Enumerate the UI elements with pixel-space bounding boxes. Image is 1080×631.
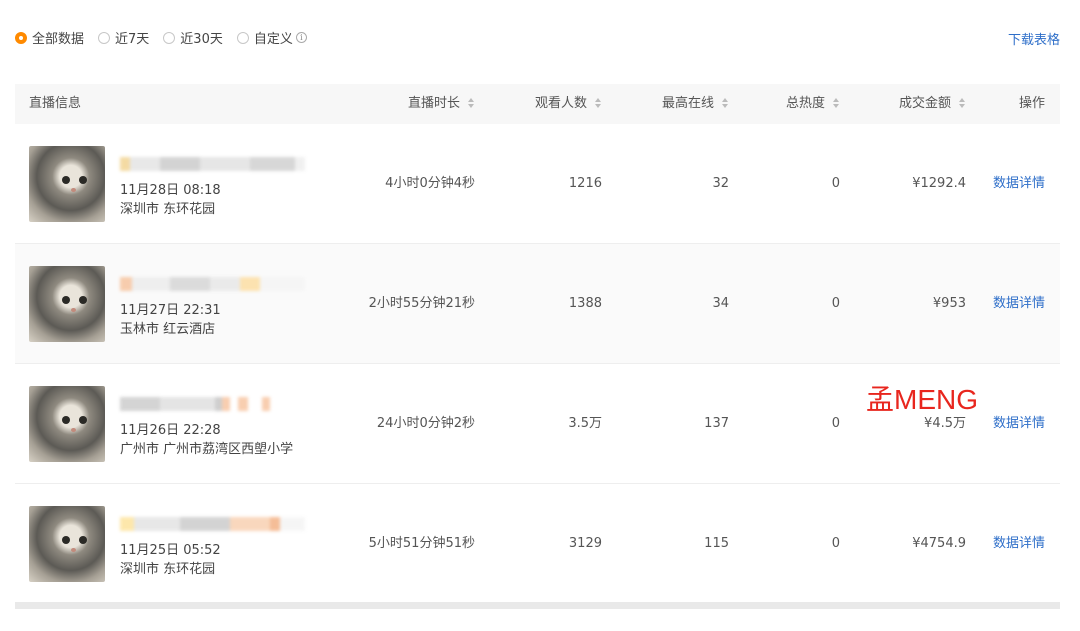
data-details-link[interactable]: 数据详情 — [993, 124, 1045, 243]
radio-unselected-icon — [163, 31, 176, 44]
table-row: 11月25日 05:52 深圳市 东环花园 5小时51分钟51秒 3129 11… — [15, 484, 1060, 604]
peak-online-cell: 115 — [704, 536, 729, 551]
info-circle-icon[interactable]: i — [295, 32, 307, 43]
peak-online-cell: 32 — [712, 176, 729, 191]
header-action: 操作 — [1018, 96, 1045, 111]
blurred-title — [120, 157, 305, 171]
filter-bar: 全部数据 近7天 近30天 自定义 i 下载表格 — [15, 28, 1060, 50]
viewers-cell: 1216 — [568, 176, 602, 191]
cat-thumbnail[interactable] — [29, 146, 105, 222]
horizontal-scrollbar[interactable] — [15, 602, 1060, 609]
peak-online-cell: 34 — [712, 296, 729, 311]
data-details-link[interactable]: 数据详情 — [993, 484, 1045, 603]
header-live-info: 直播信息 — [29, 96, 82, 111]
blurred-title — [120, 397, 305, 411]
radio-last-30-days[interactable]: 近30天 — [163, 28, 223, 47]
radio-label: 自定义 — [253, 32, 293, 47]
cat-thumbnail[interactable] — [29, 266, 105, 342]
radio-label: 近7天 — [115, 32, 150, 47]
sort-icon[interactable] — [833, 97, 840, 108]
heat-cell: 0 — [831, 296, 840, 311]
table-row: 11月26日 22:28 广州市 广州市荔湾区西塱小学 24小时0分钟2秒 3.… — [15, 364, 1060, 484]
header-duration[interactable]: 直播时长 — [408, 84, 475, 124]
live-location: 深圳市 东环花园 — [120, 202, 216, 217]
amount-cell: ¥1292.4 — [912, 176, 966, 191]
blurred-title — [120, 277, 305, 291]
live-date: 11月26日 22:28 — [120, 423, 221, 438]
header-label: 观看人数 — [534, 96, 587, 111]
table-row: 11月28日 08:18 深圳市 东环花园 4小时0分钟4秒 1216 32 0… — [15, 124, 1060, 244]
radio-label: 近30天 — [180, 32, 223, 47]
radio-unselected-icon — [236, 31, 249, 44]
header-viewers[interactable]: 观看人数 — [535, 84, 602, 124]
radio-unselected-icon — [98, 31, 111, 44]
viewers-cell: 1388 — [568, 296, 602, 311]
sort-icon[interactable] — [468, 97, 475, 108]
live-date: 11月25日 05:52 — [120, 543, 221, 558]
heat-cell: 0 — [831, 416, 840, 431]
radio-selected-icon — [15, 31, 27, 44]
cat-thumbnail[interactable] — [29, 506, 105, 582]
date-range-radio-group: 全部数据 近7天 近30天 自定义 i — [15, 28, 1060, 47]
sort-icon[interactable] — [722, 97, 729, 108]
header-label: 最高在线 — [661, 96, 714, 111]
radio-all-data[interactable]: 全部数据 — [15, 28, 84, 47]
live-stream-table: 直播信息 直播时长 观看人数 最高在线 总热度 成交金额 操作 11月28日 0… — [15, 84, 1060, 604]
radio-label: 全部数据 — [32, 32, 85, 47]
watermark-text: 孟MENG — [866, 384, 979, 415]
duration-cell: 4小时0分钟4秒 — [385, 176, 475, 191]
live-location: 深圳市 东环花园 — [120, 562, 216, 577]
header-peak-online[interactable]: 最高在线 — [662, 84, 729, 124]
table-header: 直播信息 直播时长 观看人数 最高在线 总热度 成交金额 操作 — [15, 84, 1060, 124]
cat-thumbnail[interactable] — [29, 386, 105, 462]
radio-custom[interactable]: 自定义 i — [236, 28, 307, 47]
header-total-heat[interactable]: 总热度 — [786, 84, 840, 124]
live-location: 玉林市 红云酒店 — [120, 322, 216, 337]
data-details-link[interactable]: 数据详情 — [993, 364, 1045, 483]
viewers-cell: 3.5万 — [568, 416, 602, 431]
live-date: 11月27日 22:31 — [120, 303, 221, 318]
download-table-link[interactable]: 下载表格 — [1008, 29, 1060, 48]
sort-icon[interactable] — [595, 97, 602, 108]
duration-cell: 24小时0分钟2秒 — [376, 416, 475, 431]
live-date: 11月28日 08:18 — [120, 183, 221, 198]
peak-online-cell: 137 — [704, 416, 729, 431]
amount-cell: ¥953 — [932, 296, 966, 311]
table-row: 11月27日 22:31 玉林市 红云酒店 2小时55分钟21秒 1388 34… — [15, 244, 1060, 364]
live-location: 广州市 广州市荔湾区西塱小学 — [120, 442, 294, 457]
header-label: 成交金额 — [898, 96, 951, 111]
amount-cell: ¥4.5万 — [924, 416, 966, 431]
duration-cell: 2小时55分钟21秒 — [368, 296, 475, 311]
blurred-title — [120, 517, 305, 531]
sort-icon[interactable] — [959, 97, 966, 108]
amount-cell: ¥4754.9 — [912, 536, 966, 551]
header-amount[interactable]: 成交金额 — [899, 84, 966, 124]
heat-cell: 0 — [831, 536, 840, 551]
radio-last-7-days[interactable]: 近7天 — [98, 28, 149, 47]
heat-cell: 0 — [831, 176, 840, 191]
data-details-link[interactable]: 数据详情 — [993, 244, 1045, 363]
viewers-cell: 3129 — [568, 536, 602, 551]
duration-cell: 5小时51分钟51秒 — [368, 536, 475, 551]
header-label: 总热度 — [785, 96, 825, 111]
header-label: 直播时长 — [407, 96, 460, 111]
